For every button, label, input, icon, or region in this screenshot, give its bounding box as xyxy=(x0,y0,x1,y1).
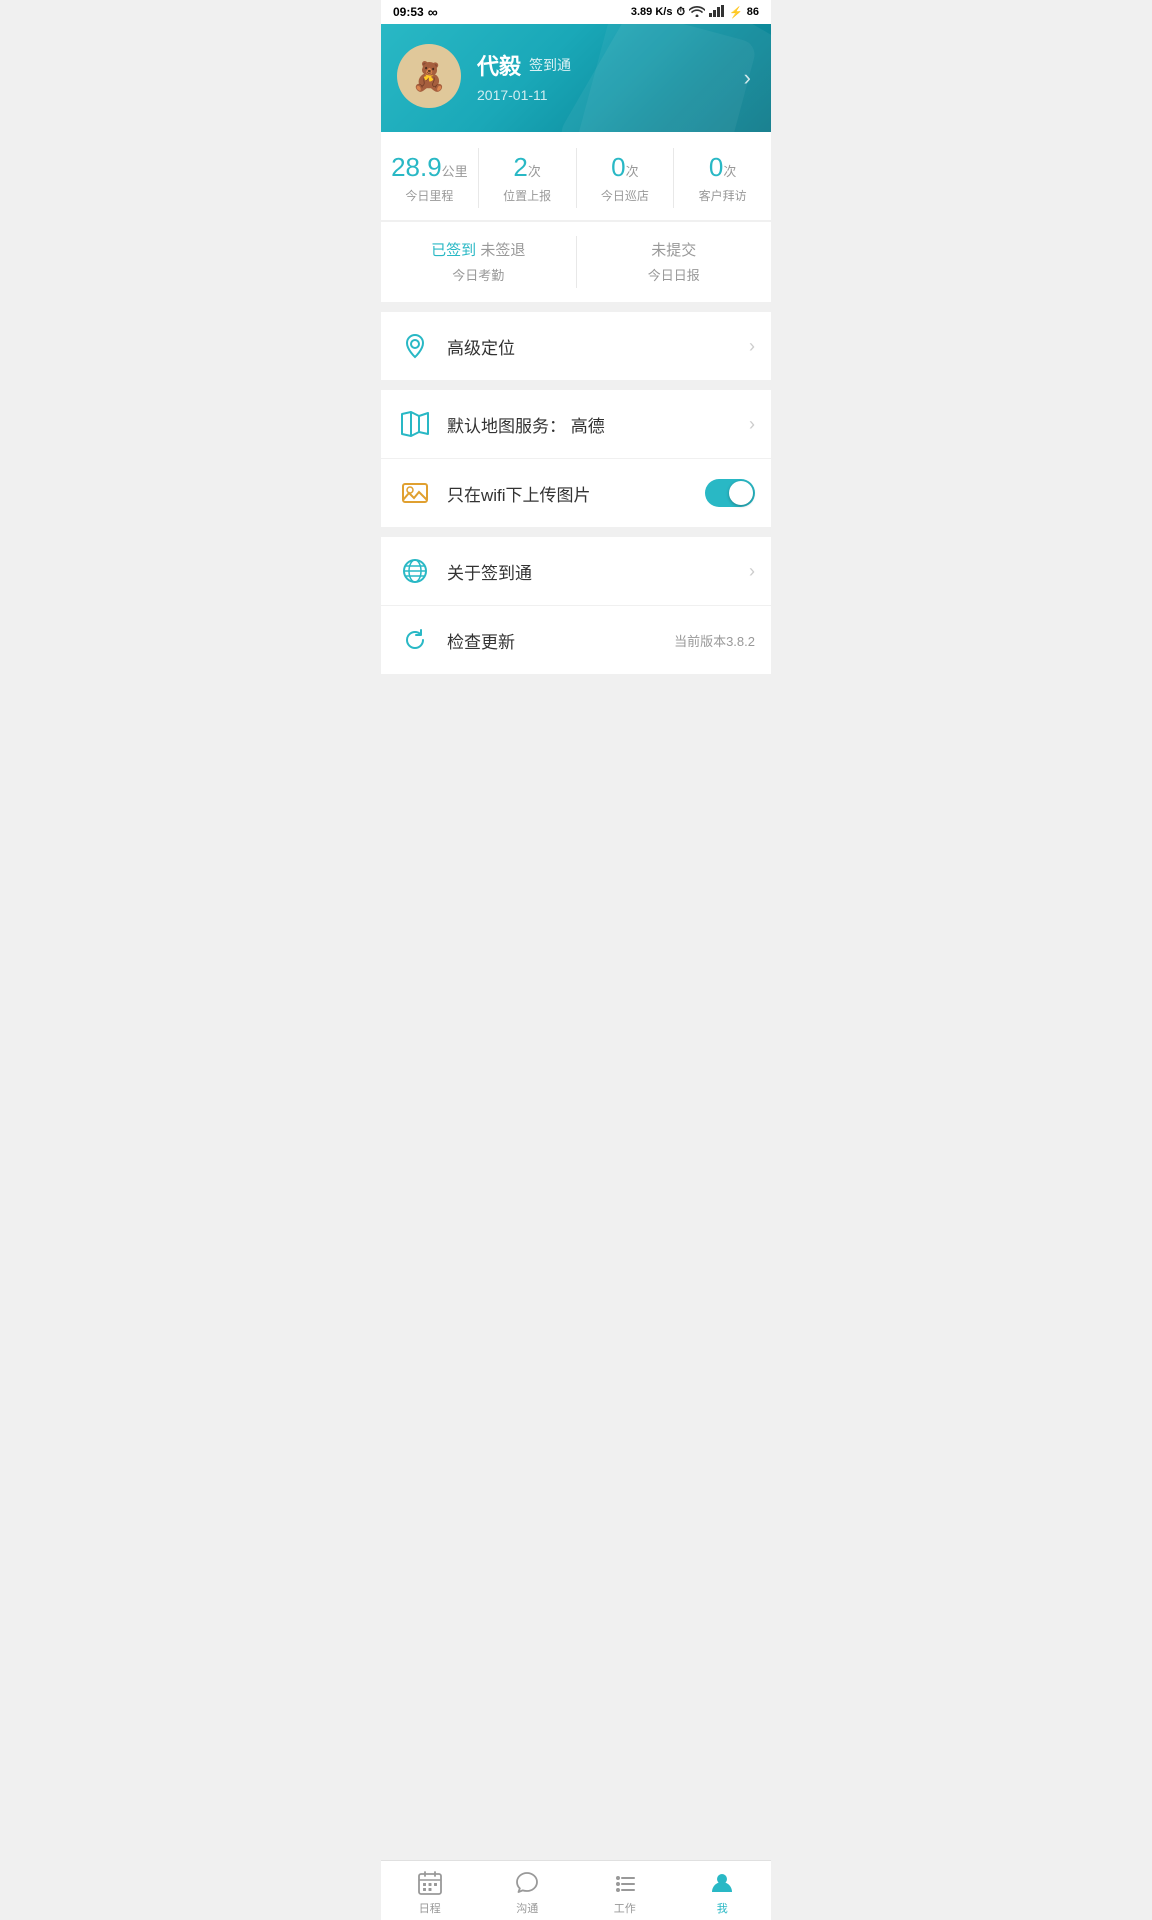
checkin-status: 已签到 xyxy=(431,242,476,259)
me-icon xyxy=(708,1869,736,1897)
stats-section: 28.9公里 今日里程 2次 位置上报 0次 今日巡店 0次 客户拜访 xyxy=(381,132,771,220)
infinity-icon: ∞ xyxy=(428,4,438,20)
stat-visit-value: 0 xyxy=(709,152,723,182)
image-upload-icon xyxy=(397,475,433,511)
nav-chat-label: 沟通 xyxy=(516,1900,538,1916)
profile-info: 代毅 签到通 2017-01-11 xyxy=(477,49,755,103)
checkin-label: 今日考勤 xyxy=(389,265,568,284)
menu-label-upload: 只在wifi下上传图片 xyxy=(447,481,705,506)
network-speed: 3.89 K/s xyxy=(631,6,673,18)
wifi-icon xyxy=(689,5,705,20)
stat-inspection-unit: 次 xyxy=(626,164,639,179)
schedule-icon xyxy=(416,1869,444,1897)
alarm-icon: ⏱ xyxy=(676,6,685,19)
refresh-icon xyxy=(397,622,433,658)
attendance-checkin: 已签到 未签退 今日考勤 xyxy=(381,236,577,288)
toggle-knob xyxy=(729,481,753,505)
nav-chat[interactable]: 沟通 xyxy=(479,1869,577,1916)
nav-work[interactable]: 工作 xyxy=(576,1869,674,1916)
stat-location-unit: 次 xyxy=(528,164,541,179)
menu-section-location: 高级定位 › xyxy=(381,312,771,380)
battery-level: 86 xyxy=(747,6,759,18)
checkout-status: 未签退 xyxy=(480,242,525,259)
avatar: 🧸 xyxy=(397,44,461,108)
globe-icon xyxy=(397,553,433,589)
charging-icon: ⚡ xyxy=(729,6,743,19)
stat-distance-unit: 公里 xyxy=(442,164,468,179)
status-time: 09:53 xyxy=(393,5,424,19)
menu-item-about[interactable]: 关于签到通 › xyxy=(381,537,771,606)
profile-banner[interactable]: 🧸 代毅 签到通 2017-01-11 › xyxy=(381,24,771,132)
menu-label-about: 关于签到通 xyxy=(447,559,749,584)
profile-name: 代毅 xyxy=(477,49,521,81)
menu-section-about: 关于签到通 › 检查更新 当前版本3.8.2 xyxy=(381,537,771,674)
menu-item-upload[interactable]: 只在wifi下上传图片 xyxy=(381,459,771,527)
profile-chevron-icon: › xyxy=(744,65,751,91)
divider-2 xyxy=(381,380,771,390)
report-label: 今日日报 xyxy=(585,265,764,284)
stat-inspection-value: 0 xyxy=(611,152,625,182)
work-icon xyxy=(611,1869,639,1897)
menu-item-update[interactable]: 检查更新 当前版本3.8.2 xyxy=(381,606,771,674)
stat-visit: 0次 客户拜访 xyxy=(674,148,771,208)
divider-1 xyxy=(381,302,771,312)
chevron-map-icon: › xyxy=(749,414,755,435)
stat-inspection: 0次 今日巡店 xyxy=(577,148,675,208)
menu-item-map[interactable]: 默认地图服务： 高德 › xyxy=(381,390,771,459)
nav-schedule-label: 日程 xyxy=(419,1900,441,1916)
stat-inspection-label: 今日巡店 xyxy=(585,187,666,204)
nav-me[interactable]: 我 xyxy=(674,1869,772,1916)
nav-schedule[interactable]: 日程 xyxy=(381,1869,479,1916)
status-bar: 09:53 ∞ 3.89 K/s ⏱ ⚡ xyxy=(381,0,771,24)
stat-location: 2次 位置上报 xyxy=(479,148,577,208)
menu-label-map: 默认地图服务： 高德 xyxy=(447,412,749,437)
chevron-location-icon: › xyxy=(749,336,755,357)
map-icon xyxy=(397,406,433,442)
stat-distance-value: 28.9 xyxy=(391,152,442,182)
stat-distance-label: 今日里程 xyxy=(389,187,470,204)
stat-location-value: 2 xyxy=(513,152,527,182)
version-text: 当前版本3.8.2 xyxy=(674,631,755,650)
bottom-nav: 日程 沟通 工作 我 xyxy=(381,1860,771,1920)
stat-distance: 28.9公里 今日里程 xyxy=(381,148,479,208)
stat-location-label: 位置上报 xyxy=(487,187,568,204)
nav-me-label: 我 xyxy=(717,1900,728,1916)
chat-icon xyxy=(513,1869,541,1897)
profile-tag: 签到通 xyxy=(529,55,571,75)
profile-date: 2017-01-11 xyxy=(477,87,755,103)
chevron-about-icon: › xyxy=(749,561,755,582)
attendance-report: 未提交 今日日报 xyxy=(577,236,772,288)
wifi-upload-toggle[interactable] xyxy=(705,479,755,507)
menu-section-map: 默认地图服务： 高德 › 只在wifi下上传图片 xyxy=(381,390,771,527)
attendance-section: 已签到 未签退 今日考勤 未提交 今日日报 xyxy=(381,221,771,302)
menu-label-location: 高级定位 xyxy=(447,334,749,359)
nav-work-label: 工作 xyxy=(614,1900,636,1916)
divider-3 xyxy=(381,527,771,537)
menu-item-location[interactable]: 高级定位 › xyxy=(381,312,771,380)
stat-visit-unit: 次 xyxy=(723,164,736,179)
signal-icon xyxy=(709,5,725,20)
location-icon xyxy=(397,328,433,364)
report-status: 未提交 xyxy=(651,242,696,259)
menu-label-update: 检查更新 xyxy=(447,628,674,653)
stat-visit-label: 客户拜访 xyxy=(682,187,763,204)
